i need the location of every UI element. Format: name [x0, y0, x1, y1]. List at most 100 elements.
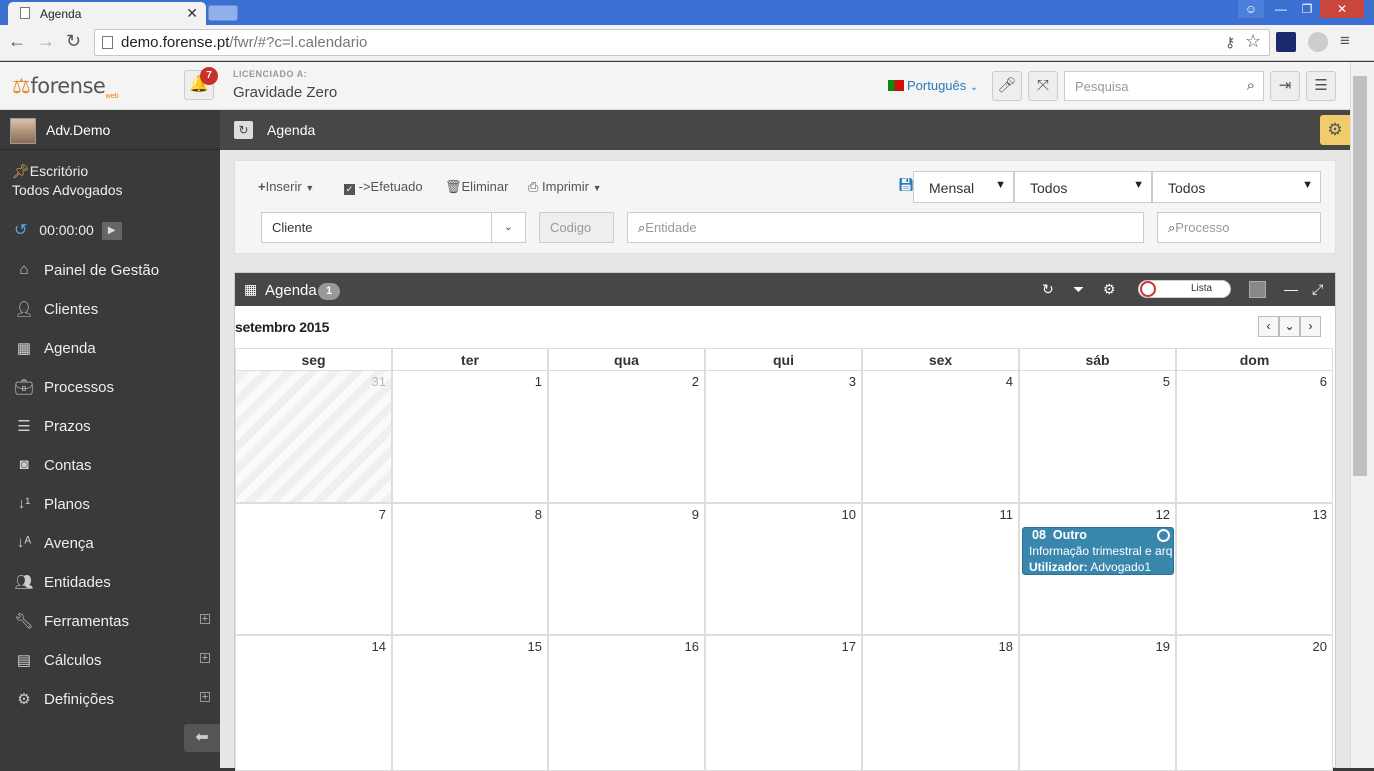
language-selector[interactable]: Português ⌄	[888, 78, 978, 93]
search-icon[interactable]: ⌕	[1247, 77, 1255, 94]
day-cell[interactable]: 20	[1176, 635, 1333, 771]
chevron-down-icon[interactable]: ⌄	[491, 213, 525, 242]
day-cell[interactable]: 4	[862, 370, 1019, 503]
refresh-icon[interactable]: ↻	[234, 121, 253, 139]
calendar-event[interactable]: 08 Outro Informação trimestral e arquivo U…	[1022, 527, 1174, 575]
extension-icon[interactable]	[1276, 32, 1296, 52]
day-cell[interactable]: 19	[1019, 635, 1176, 771]
sidebar-item-painel[interactable]: ⌂ Painel de Gestão	[0, 251, 220, 290]
day-cell[interactable]: 15	[392, 635, 548, 771]
sidebar-item-ferramentas[interactable]: 🔧︎ Ferramentas +	[0, 602, 220, 641]
day-cell[interactable]: 13	[1176, 503, 1333, 635]
menu-button[interactable]: ☰	[1306, 71, 1336, 101]
new-tab-button[interactable]	[208, 5, 238, 21]
day-cell[interactable]: 17	[705, 635, 862, 771]
process-input[interactable]: ⌕Processo	[1157, 212, 1321, 243]
check-square-icon: ✓	[344, 184, 355, 195]
sidebar-item-processos[interactable]: 💼︎ Processos	[0, 368, 220, 407]
close-tab-icon[interactable]: ✕	[186, 5, 198, 22]
weekday-header: seg	[235, 348, 392, 370]
browser-tab[interactable]: Agenda ✕	[8, 2, 206, 25]
url-bar[interactable]: demo.forense.pt/fwr/#?c=l.calendario ⚷ ☆	[94, 29, 1270, 56]
sidebar-item-agenda[interactable]: ▦ Agenda	[0, 329, 220, 368]
day-cell[interactable]: 7	[235, 503, 392, 635]
client-select[interactable]: Cliente ⌄	[261, 212, 526, 243]
office-selector[interactable]: 📌︎Escritório Todos Advogados	[12, 162, 123, 200]
day-cell[interactable]: 12 08 Outro Informação trimestral e arquiv…	[1019, 503, 1176, 635]
day-number: 4	[1005, 374, 1013, 389]
sidebar-item-contas[interactable]: ◙ Contas	[0, 446, 220, 485]
day-cell[interactable]: 1	[392, 370, 548, 503]
sidebar-item-planos[interactable]: ↓¹ Planos	[0, 485, 220, 524]
expand-icon[interactable]: +	[200, 614, 210, 625]
day-number: 3	[848, 374, 856, 389]
weekday-header: qua	[548, 348, 705, 370]
day-cell[interactable]: 16	[548, 635, 705, 771]
close-window-button[interactable]: ✕	[1320, 0, 1364, 18]
scrollbar[interactable]	[1350, 62, 1374, 768]
expand-icon[interactable]: +	[200, 692, 210, 703]
sidebar-item-definicoes[interactable]: ⚙ Definições +	[0, 680, 220, 719]
day-cell[interactable]: 2	[548, 370, 705, 503]
day-cell[interactable]: 5	[1019, 370, 1176, 503]
print-button[interactable]: ⎙ Imprimir ▼	[528, 179, 602, 195]
day-cell[interactable]: 3	[705, 370, 862, 503]
next-month-button[interactable]: ›	[1300, 316, 1321, 337]
day-cell[interactable]: 18	[862, 635, 1019, 771]
minimize-icon[interactable]: —	[1284, 281, 1298, 297]
extension-icon[interactable]	[1308, 32, 1328, 52]
browser-menu-icon[interactable]: ≡	[1340, 31, 1350, 51]
dropdown-button[interactable]: ⌄	[1279, 316, 1300, 337]
back-icon[interactable]: ←	[8, 31, 26, 52]
restore-button[interactable]: ❐	[1294, 0, 1320, 18]
day-cell[interactable]: 8	[392, 503, 548, 635]
profile-icon[interactable]: ☺	[1238, 0, 1264, 18]
day-number: 5	[1162, 374, 1170, 389]
user-profile[interactable]: Adv.Demo	[0, 110, 220, 150]
fullscreen-icon[interactable]: ⤢	[1312, 281, 1323, 298]
entity-input[interactable]: ⌕Entidade	[627, 212, 1144, 243]
day-cell[interactable]: 9	[548, 503, 705, 635]
refresh-icon[interactable]: ↻	[1042, 281, 1054, 298]
gear-icon[interactable]: ⚙	[1103, 281, 1116, 298]
key-icon[interactable]: ⚷	[1225, 34, 1235, 51]
fullscreen-button[interactable]: ⤧	[1028, 71, 1058, 101]
day-number: 11	[999, 507, 1014, 522]
reload-icon[interactable]: ↻	[66, 31, 81, 52]
day-cell[interactable]: 6	[1176, 370, 1333, 503]
sidebar-item-clientes[interactable]: 👤︎ Clientes	[0, 290, 220, 329]
filter-select-2[interactable]: Todos ▼	[1152, 171, 1321, 203]
star-icon[interactable]: ☆	[1245, 31, 1261, 52]
sidebar-item-prazos[interactable]: ☰ Prazos	[0, 407, 220, 446]
filter-select-1[interactable]: Todos ▼	[1014, 171, 1152, 203]
search-input[interactable]: Pesquisa ⌕	[1064, 71, 1264, 101]
trash-icon: 🗑︎	[445, 179, 462, 194]
day-cell[interactable]: 31	[235, 370, 392, 503]
settings-button[interactable]: ⚙	[1320, 115, 1350, 145]
forward-icon[interactable]: →	[37, 31, 55, 52]
app-header: ⚖forenseweb 🔔 7 LICENCIADO A: Gravidade …	[0, 62, 1350, 110]
mark-done-button[interactable]: ✓ ->Efetuado	[344, 179, 423, 195]
sidebar-item-avenca[interactable]: ↓ᴬ Avença	[0, 524, 220, 563]
scrollbar-thumb[interactable]	[1353, 76, 1367, 476]
day-cell[interactable]: 11	[862, 503, 1019, 635]
prev-month-button[interactable]: ‹	[1258, 316, 1279, 337]
insert-button[interactable]: +Inserir ▼	[258, 179, 314, 194]
view-select[interactable]: Mensal ▼	[913, 171, 1014, 203]
expand-icon[interactable]: +	[200, 653, 210, 664]
filter-icon[interactable]: ⏷	[1073, 281, 1084, 298]
minimize-button[interactable]: —	[1268, 0, 1294, 18]
microphone-button[interactable]: 🎤︎	[992, 71, 1022, 101]
code-input[interactable]: Codigo	[539, 212, 614, 243]
day-cell[interactable]: 14	[235, 635, 392, 771]
delete-button[interactable]: 🗑︎Eliminar	[445, 179, 508, 195]
logout-button[interactable]: ⇥	[1270, 71, 1300, 101]
play-button[interactable]: ▶	[101, 222, 122, 241]
day-cell[interactable]: 10	[705, 503, 862, 635]
color-picker[interactable]	[1249, 281, 1266, 298]
sidebar-item-calculos[interactable]: ▤ Cálculos +	[0, 641, 220, 680]
collapse-sidebar-button[interactable]: ⬅	[184, 724, 220, 752]
sidebar-item-entidades[interactable]: 👥︎ Entidades	[0, 563, 220, 602]
browser-tab-bar: Agenda ✕ ☺ — ❐ ✕	[0, 0, 1374, 25]
list-toggle[interactable]: Lista	[1138, 280, 1231, 298]
